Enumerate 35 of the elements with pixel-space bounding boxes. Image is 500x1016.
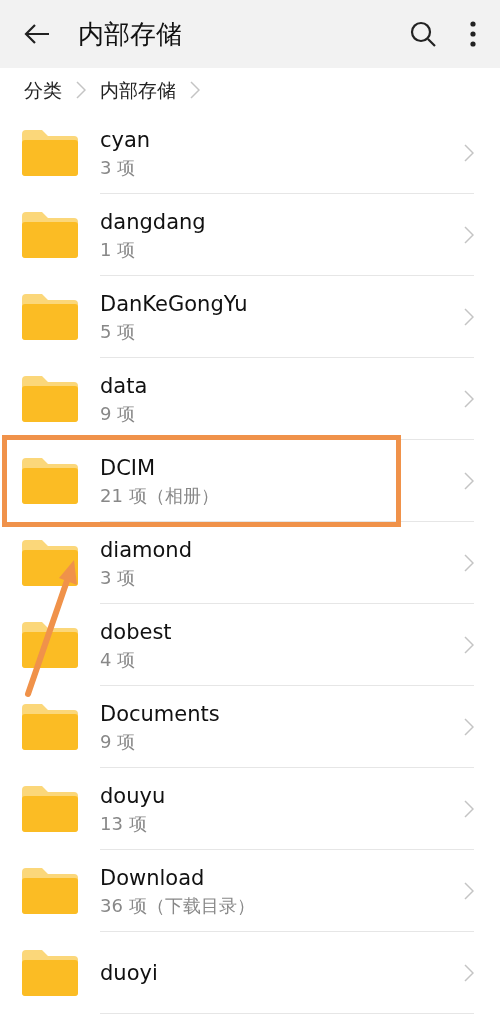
item-count: 9 项 (100, 729, 137, 754)
folder-row[interactable]: douyu 13 项 (0, 768, 500, 850)
item-count: 13 项 (100, 811, 148, 836)
item-count: 5 项 (100, 319, 137, 344)
item-count: 4 项 (100, 647, 137, 672)
folder-name: DanKeGongYu (100, 290, 249, 318)
folder-name: diamond (100, 536, 193, 564)
folder-name: duoyi (100, 959, 159, 987)
folder-name: DCIM (100, 454, 157, 482)
folder-row[interactable]: Documents 9 项 (0, 686, 500, 768)
folder-name: dobest (100, 618, 173, 646)
folder-row[interactable]: DCIM 21 项（相册） (0, 440, 500, 522)
item-count: 9 项 (100, 401, 137, 426)
item-count: 1 项 (100, 237, 137, 262)
folder-row[interactable]: cyan 3 项 (0, 112, 500, 194)
folder-row[interactable]: diamond 3 项 (0, 522, 500, 604)
folder-row[interactable]: DanKeGongYu 5 项 (0, 276, 500, 358)
folder-row[interactable]: dobest 4 项 (0, 604, 500, 686)
item-count: 3 项 (100, 155, 137, 180)
item-count: 3 项 (100, 565, 137, 590)
folder-row[interactable]: duoyi (0, 932, 500, 1014)
item-count: 21 项（相册） (100, 483, 220, 508)
folder-row[interactable]: Download 36 项（下载目录） (0, 850, 500, 932)
folder-name: cyan (100, 126, 152, 154)
breadcrumb-link[interactable]: 内部存储 (100, 75, 176, 105)
folder-row[interactable]: dangdang 1 项 (0, 194, 500, 276)
folder-row[interactable]: data 9 项 (0, 358, 500, 440)
folder-name: douyu (100, 782, 167, 810)
folder-name: Download (100, 864, 206, 892)
folder-name: Documents (100, 700, 221, 728)
item-count: 36 项（下载目录） (100, 893, 256, 918)
page-title: 内部存储 (78, 17, 182, 51)
breadcrumb-link[interactable]: 分类 (24, 75, 62, 105)
folder-name: data (100, 372, 149, 400)
folder-name: dangdang (100, 208, 207, 236)
